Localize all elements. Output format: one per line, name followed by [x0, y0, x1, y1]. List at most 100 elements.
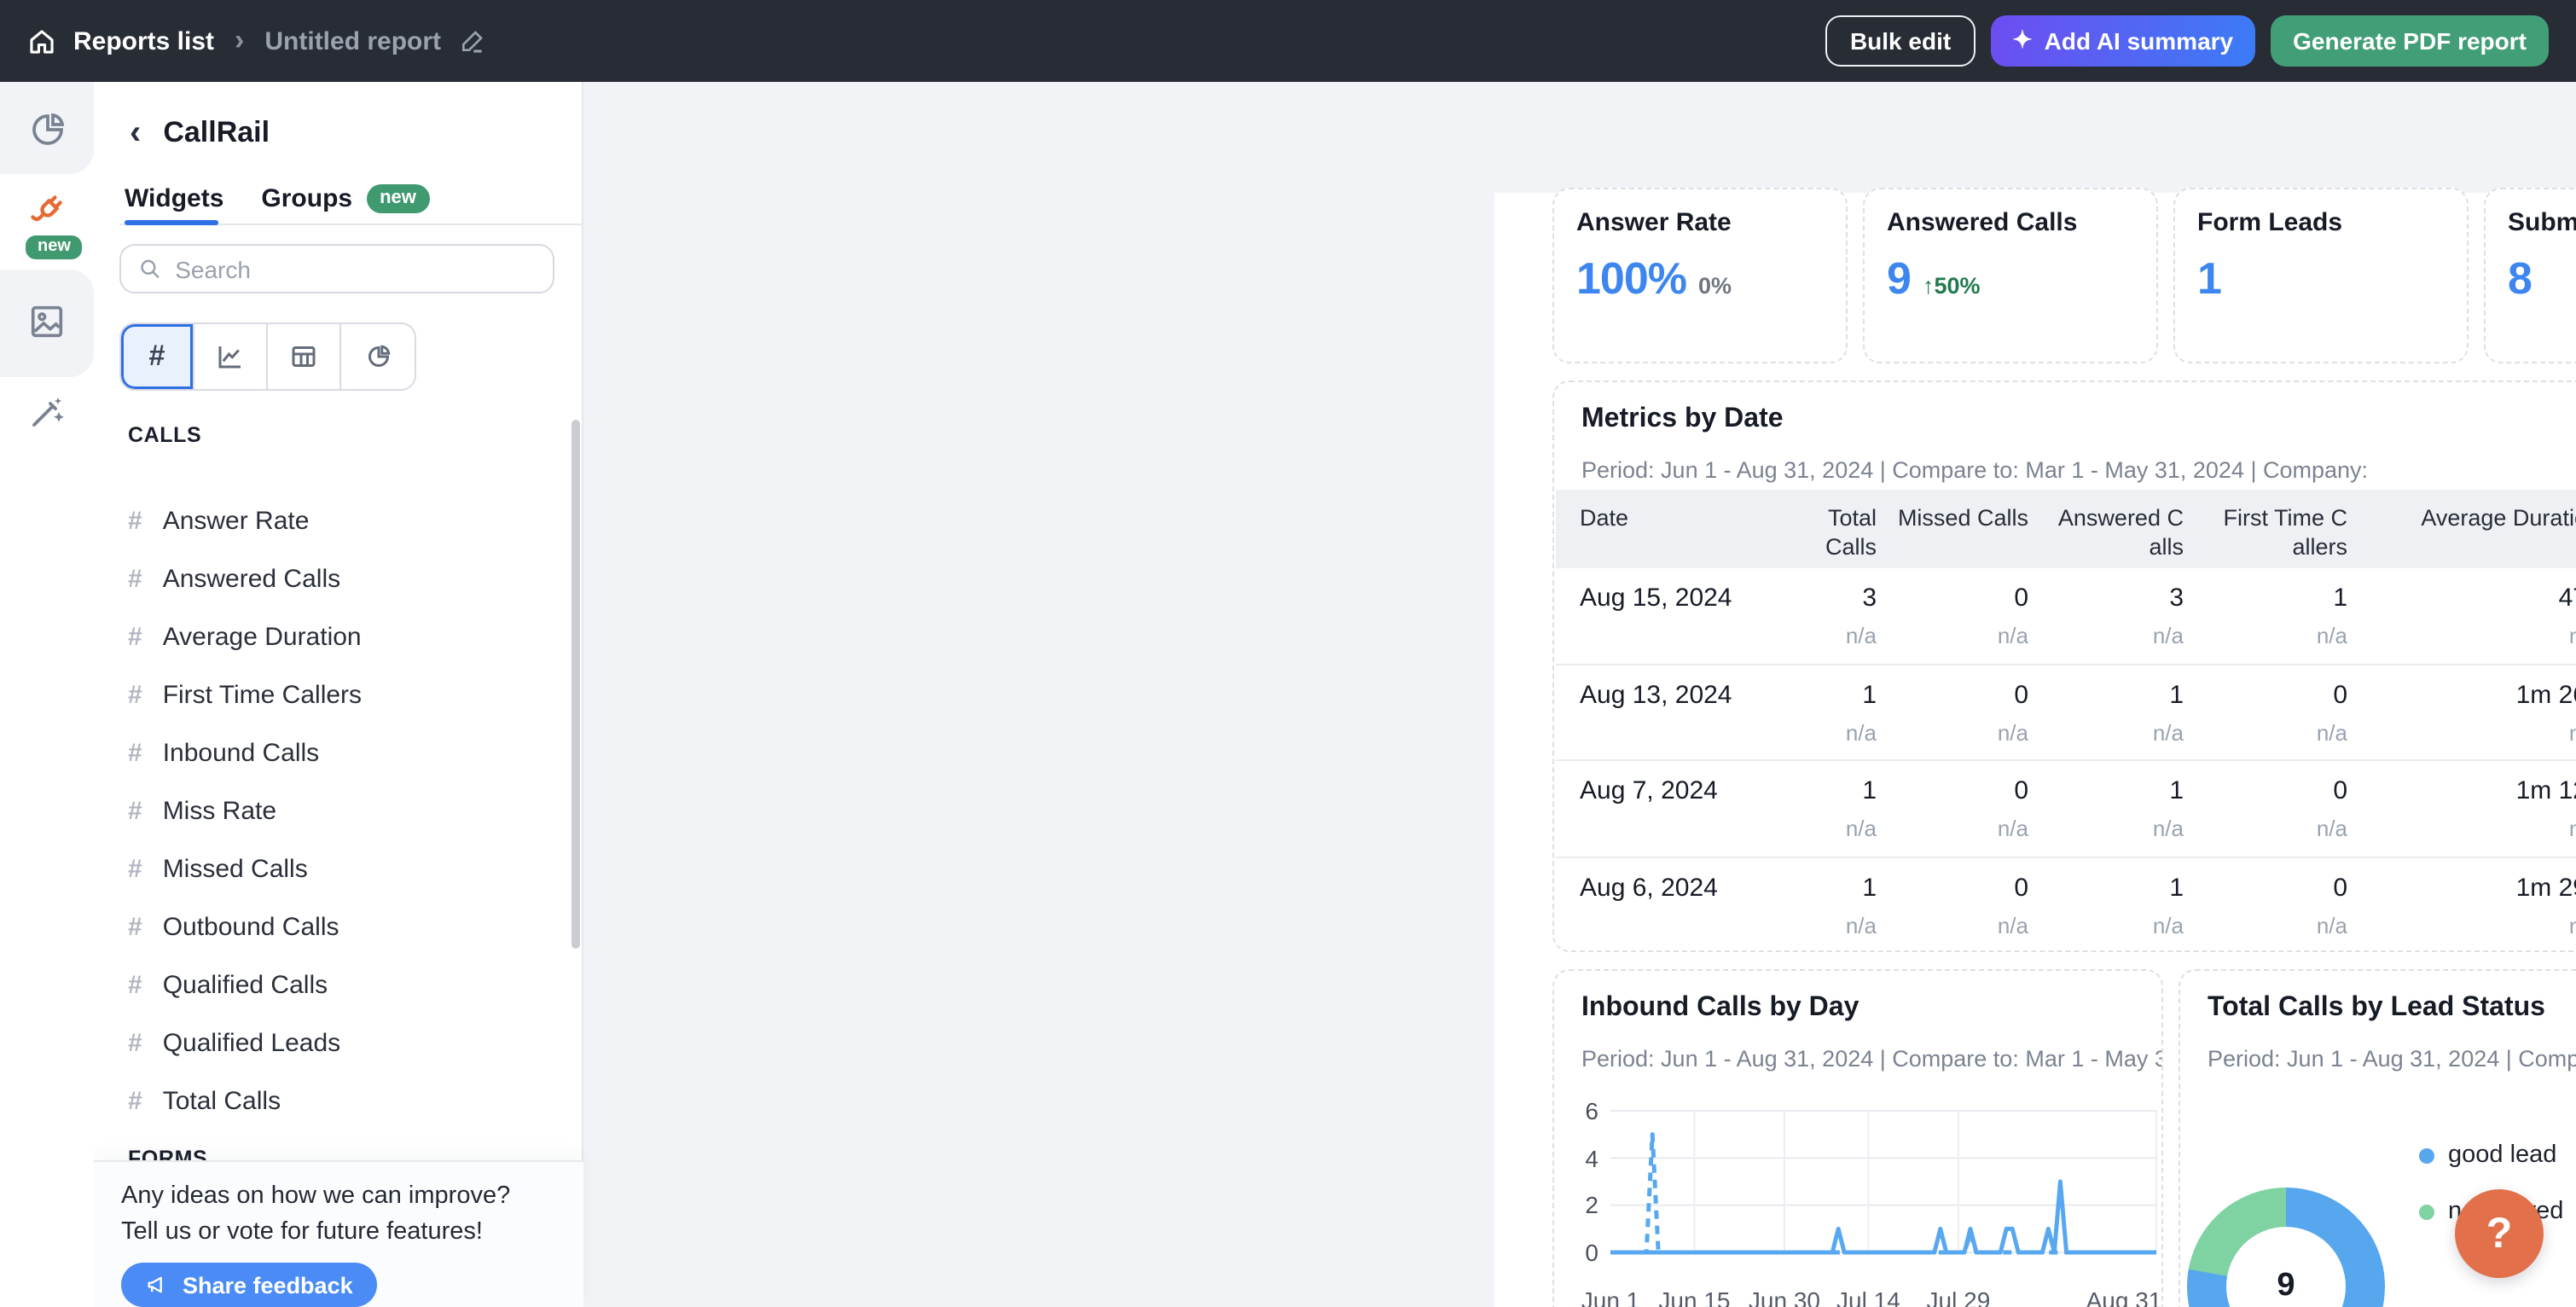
cell-compare-value: n/a — [2347, 719, 2576, 745]
pencil-icon[interactable] — [458, 27, 485, 55]
cell-value: Aug 13, 2024 — [1580, 680, 1801, 711]
widget-type-pie-chart[interactable] — [341, 324, 415, 389]
widget-period: Period: Jun 1 - Aug 31, 2024 | Compare t… — [2208, 1046, 2576, 1072]
legend-dot — [2419, 1147, 2434, 1163]
widget-list-item[interactable]: #Inbound Calls — [94, 727, 583, 778]
cell-compare-value: n/a — [2028, 719, 2184, 745]
metric-value: 8 — [2508, 253, 2532, 305]
widget-list-item[interactable]: # Average Duration — [94, 611, 583, 662]
back-chevron-icon[interactable]: ‹ — [130, 116, 141, 150]
table-cell: 47sn/a — [2347, 568, 2576, 663]
table-cell: 1n/a — [2028, 762, 2184, 857]
widget-list-item-label: Average Duration — [163, 622, 362, 651]
home-icon[interactable] — [27, 26, 56, 55]
widget-list-item[interactable]: #Qualified Leads — [94, 1017, 583, 1068]
metric-card-answer-rate[interactable]: Answer Rate 100%0% — [1552, 188, 1848, 363]
widget-title: Inbound Calls by Day — [1581, 993, 1859, 1024]
cell-value: 1m 12s — [2347, 777, 2576, 808]
widget-list-item[interactable]: #Qualified Calls — [94, 959, 583, 1010]
hash-icon: # — [128, 564, 142, 593]
share-feedback-button[interactable]: Share feedback — [121, 1263, 377, 1307]
table-row: Aug 6, 20241n/a0n/a1n/a0n/a1m 29sn/a0n/a — [1556, 858, 2576, 949]
table-column-header: Average Duration — [2347, 490, 2576, 568]
series-solid — [1610, 1182, 2156, 1252]
help-button[interactable]: ? — [2455, 1189, 2544, 1278]
widget-list-item[interactable]: #Total Calls — [94, 1075, 583, 1126]
tab-widgets[interactable]: Widgets — [125, 184, 223, 213]
image-icon[interactable] — [0, 302, 94, 341]
widget-list-item[interactable]: #Answer Rate — [94, 495, 583, 546]
integrations-plug-icon[interactable] — [0, 188, 94, 232]
magic-wand-icon[interactable] — [0, 391, 94, 432]
table-cell: 0n/a — [1877, 665, 2028, 759]
breadcrumb-report-name[interactable]: Untitled report — [264, 26, 441, 55]
search-input[interactable] — [175, 255, 536, 282]
cell-compare-value: n/a — [1877, 623, 2028, 648]
generate-pdf-button[interactable]: Generate PDF report — [2271, 15, 2549, 67]
widget-list-item[interactable]: #First Time Callers — [94, 669, 583, 720]
hash-icon: # — [128, 622, 142, 651]
add-ai-summary-label: Add AI summary — [2045, 27, 2233, 55]
donut-chart: 9 — [2187, 1188, 2385, 1307]
cell-compare-value: n/a — [2184, 623, 2347, 648]
metric-title: Form Leads — [2197, 208, 2445, 237]
cell-value: 0 — [2184, 680, 2347, 711]
search-box[interactable] — [119, 244, 554, 293]
widget-list-item[interactable]: #Missed Calls — [94, 843, 583, 894]
metrics-by-date-widget[interactable]: Metrics by Date Period: Jun 1 - Aug 31, … — [1552, 380, 2576, 952]
cell-value: 1 — [1801, 874, 1877, 904]
search-icon — [138, 256, 161, 282]
widget-type-toggle: # — [119, 322, 416, 391]
sidebar-scrollbar[interactable] — [571, 420, 580, 949]
widget-title: Metrics by Date — [1581, 404, 1784, 435]
breadcrumb-reports-list[interactable]: Reports list — [73, 26, 214, 55]
metric-card-form-leads[interactable]: Form Leads 1 — [2173, 188, 2469, 363]
report-canvas: Answer Rate 100%0% Answered Calls 9↑50% Form… — [1494, 193, 2576, 1307]
metric-value-row: 9↑50% — [1887, 253, 2134, 305]
metric-card-answered-calls[interactable]: Answered Calls 9↑50% — [1863, 188, 2158, 363]
legend-label: good lead — [2448, 1141, 2556, 1169]
metric-card-submissions[interactable]: Submissions8 — [2484, 188, 2576, 363]
widget-list-item[interactable]: #Outbound Calls — [94, 901, 583, 952]
table-cell: 1n/a — [1801, 858, 1877, 949]
widget-list-item-label: Outbound Calls — [163, 912, 339, 941]
widget-list-item[interactable]: #Answered Calls — [94, 553, 583, 604]
cell-value: Aug 15, 2024 — [1580, 584, 1801, 614]
megaphone-icon — [145, 1273, 169, 1297]
y-axis-tick: 4 — [1554, 1144, 1598, 1171]
widget-title: Total Calls by Lead Status — [2208, 993, 2545, 1024]
cell-compare-value: n/a — [1801, 719, 1877, 745]
widget-list-item[interactable]: #Miss Rate — [94, 785, 583, 836]
metric-title: Answered Calls — [1887, 208, 2134, 237]
bulk-edit-button[interactable]: Bulk edit — [1826, 15, 1975, 67]
widgets-pie-chart-icon[interactable] — [0, 109, 94, 150]
cell-value: 1 — [2028, 680, 2184, 711]
widget-type-number[interactable]: # — [121, 324, 194, 389]
widget-period: Period: Jun 1 - Aug 31, 2024 | Compare t… — [1581, 1046, 2161, 1072]
widget-list-item-label: Qualified Leads — [163, 1028, 341, 1057]
table-column-header: First Time C allers — [2184, 490, 2347, 568]
table-row: Aug 15, 20243n/a0n/a3n/a1n/a47sn/a0n/a — [1556, 568, 2576, 665]
cell-compare-value: n/a — [1801, 816, 1877, 842]
cell-value: 3 — [2028, 584, 2184, 614]
metric-value-row: 100%0% — [1576, 253, 1824, 305]
metric-value-row: 1 — [2197, 253, 2445, 305]
metric-title: Answer Rate — [1576, 208, 1824, 237]
cell-compare-value: n/a — [2184, 913, 2347, 938]
widget-type-table[interactable] — [268, 324, 341, 389]
x-axis-tick: Jun 1 — [1581, 1287, 1640, 1307]
cell-compare-value: n/a — [1877, 719, 2028, 745]
widget-type-line-chart[interactable] — [194, 324, 268, 389]
report-workspace: Answer Rate 100%0% Answered Calls 9↑50% Form… — [585, 82, 2576, 1307]
add-ai-summary-button[interactable]: ✦ Add AI summary — [1990, 15, 2255, 67]
metric-value: 100% — [1576, 253, 1686, 305]
table-row: Aug 7, 20241n/a0n/a1n/a0n/a1m 12sn/a0n/a — [1556, 762, 2576, 858]
table-column-header: Missed Calls — [1877, 490, 2028, 568]
tab-groups[interactable]: Groups new — [261, 184, 430, 213]
inbound-calls-by-day-widget[interactable]: Inbound Calls by Day Period: Jun 1 - Aug… — [1552, 969, 2163, 1307]
metric-value: 1 — [2197, 253, 2221, 305]
cell-value: Aug 7, 2024 — [1580, 777, 1801, 808]
cell-value: 0 — [1877, 584, 2028, 614]
table-cell: 1 n/a — [2028, 665, 2184, 759]
cell-value: 1m 29s — [2347, 874, 2576, 904]
